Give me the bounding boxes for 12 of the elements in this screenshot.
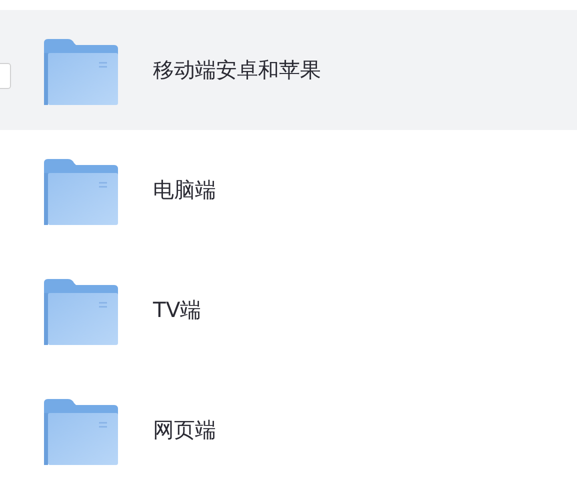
folder-name: TV端 <box>153 297 202 324</box>
folder-name: 移动端安卓和苹果 <box>153 57 321 84</box>
folder-row[interactable]: 电脑端 <box>0 130 577 250</box>
folder-icon <box>44 399 118 467</box>
folder-name: 网页端 <box>153 417 216 444</box>
folder-icon <box>44 39 118 107</box>
folder-row[interactable]: TV端 <box>0 250 577 370</box>
folder-row[interactable]: 移动端安卓和苹果 <box>0 10 577 130</box>
folder-icon <box>44 159 118 227</box>
folder-icon <box>44 279 118 347</box>
folder-name: 电脑端 <box>153 177 216 204</box>
folder-row[interactable]: 网页端 <box>0 370 577 477</box>
